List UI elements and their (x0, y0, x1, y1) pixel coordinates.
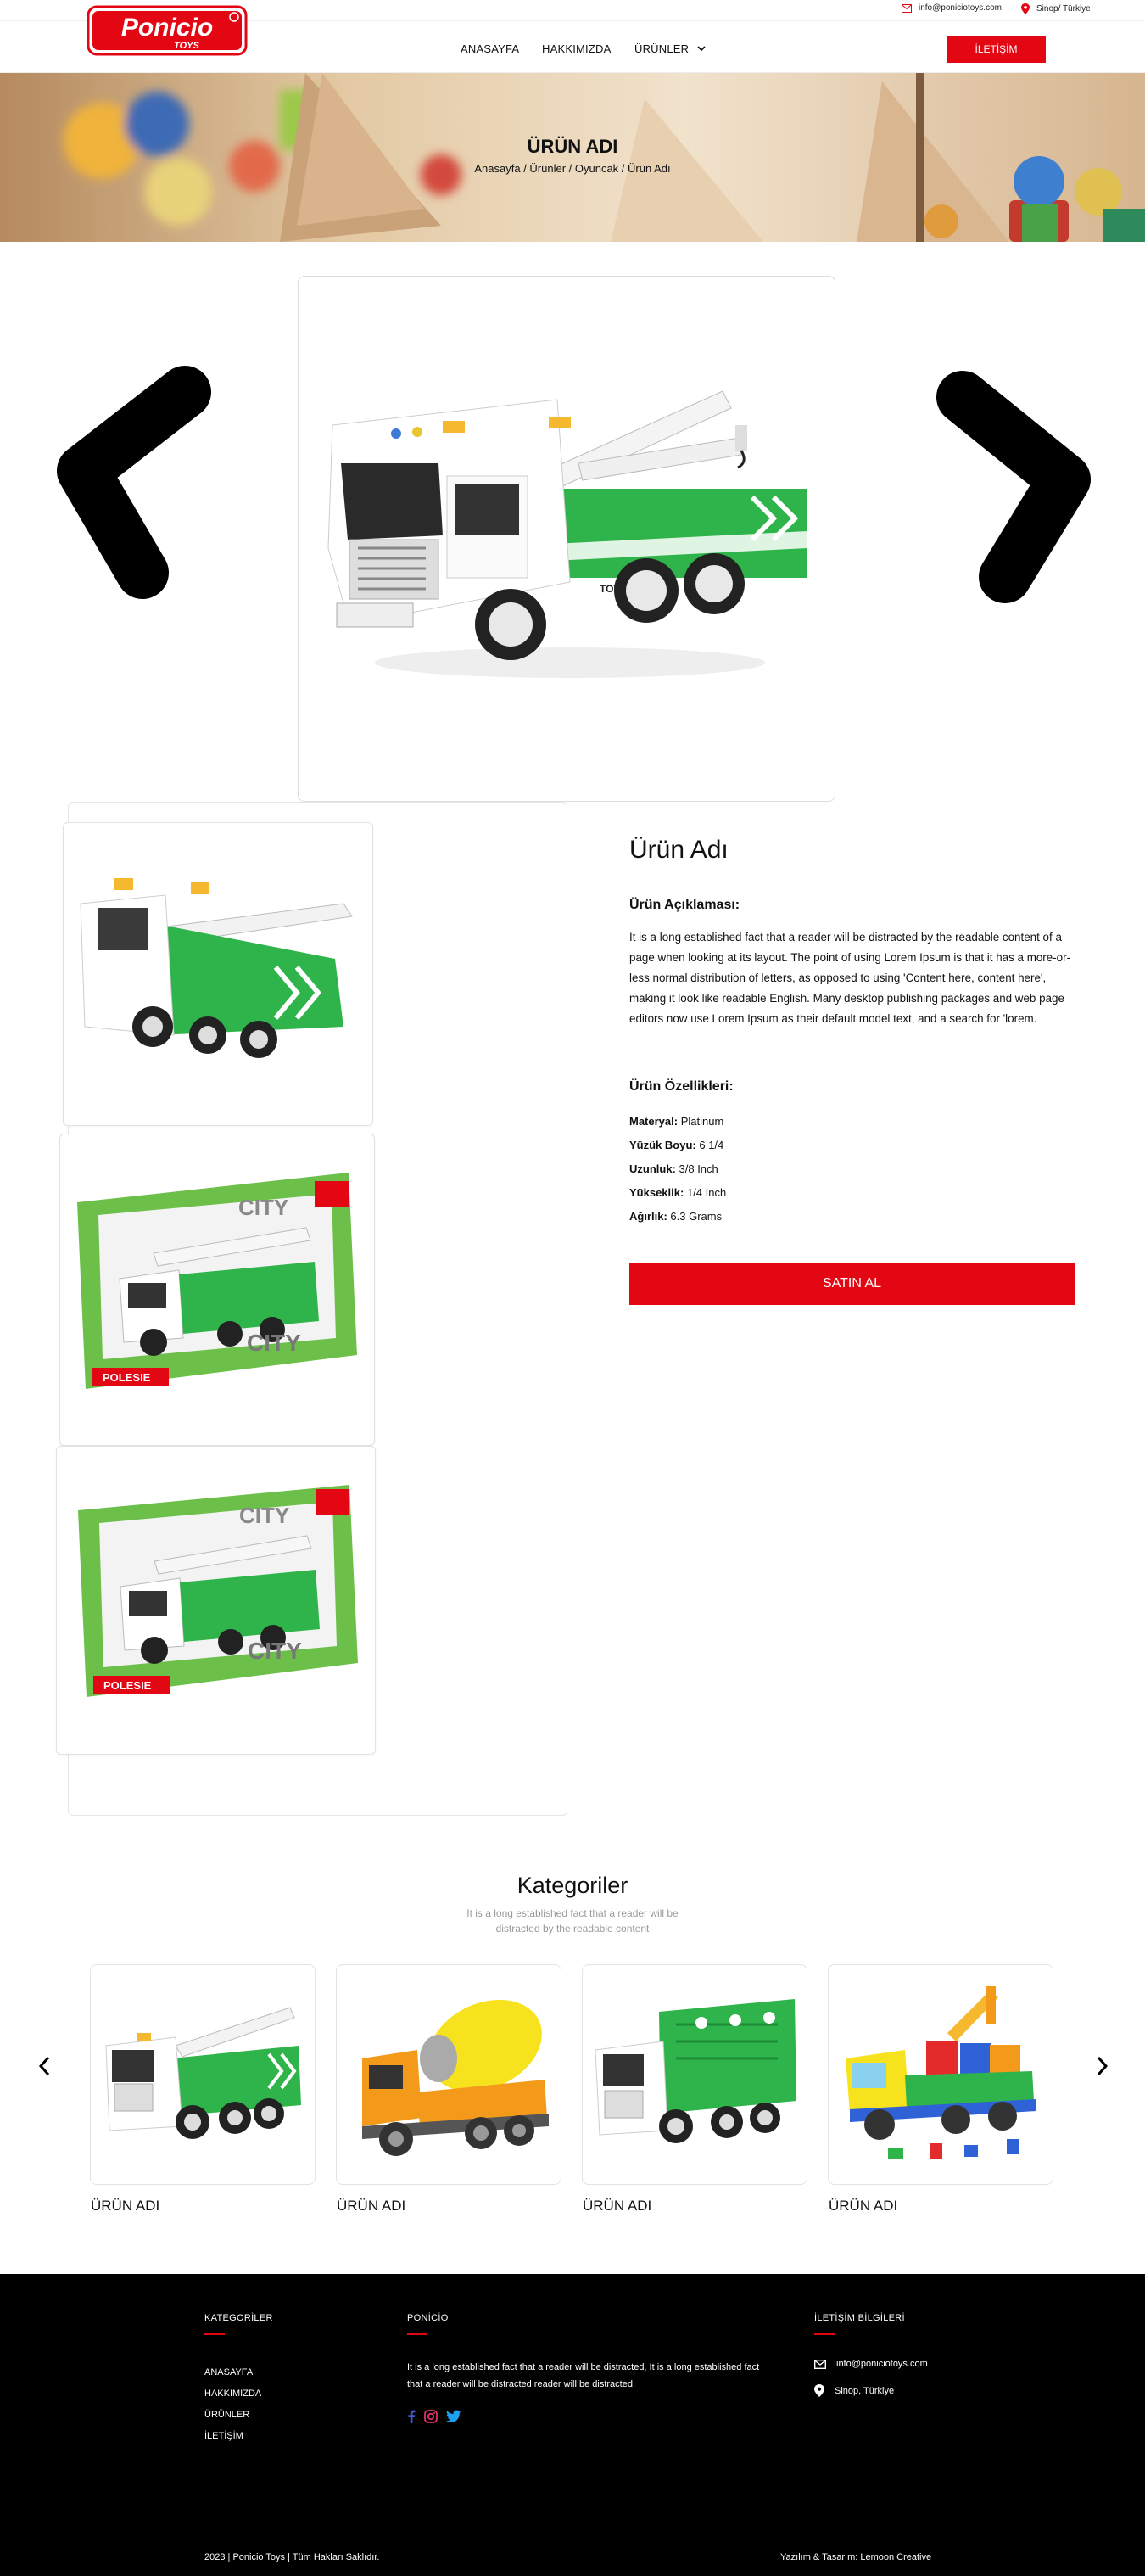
thumbnail-1[interactable] (63, 822, 373, 1126)
nav-anasayfa[interactable]: ANASAYFA (461, 42, 519, 55)
box-series-text: CITY (239, 1503, 289, 1528)
category-card-1-name[interactable]: ÜRÜN ADI (91, 2198, 159, 2215)
location-pin-icon (1021, 3, 1030, 14)
footer-link-iletisim[interactable]: İLETİŞİM (204, 2431, 243, 2441)
footer-divider (204, 2333, 225, 2335)
copyright: 2023 | Ponicio Toys | Tüm Hakları Saklıd… (204, 2552, 380, 2562)
logo-wordmark: Ponicio (121, 14, 213, 42)
footer-about-heading: PONİCİO (407, 2313, 449, 2323)
spec-ring-size: Yüzük Boyu: 6 1/4 (629, 1139, 723, 1151)
category-card-2-name[interactable]: ÜRÜN ADI (337, 2198, 405, 2215)
contact-button[interactable]: İLETİŞİM (947, 36, 1046, 63)
category-card-4-name[interactable]: ÜRÜN ADI (829, 2198, 897, 2215)
spec-value: 1/4 Inch (686, 1186, 727, 1199)
site-footer: KATEGORİLER ANASAYFA HAKKIMIZDA ÜRÜNLER … (0, 2274, 1145, 2576)
box-brand-text: POLESIE (103, 1679, 152, 1692)
box-brand-text: POLESIE (103, 1371, 151, 1384)
mail-icon (814, 2359, 826, 2369)
location-pin-icon (814, 2384, 824, 2397)
footer-divider (814, 2333, 835, 2335)
chevron-down-icon (697, 46, 706, 52)
category-card-2[interactable] (336, 1964, 561, 2185)
logo-tagline: TOYS (174, 41, 199, 51)
footer-link-anasayfa[interactable]: ANASAYFA (204, 2367, 253, 2377)
footer-email[interactable]: info@poniciotoys.com (814, 2359, 928, 2369)
spec-height: Yükseklik: 1/4 Inch (629, 1186, 726, 1199)
product-title: Ürün Adı (629, 836, 729, 864)
spec-value: 3/8 Inch (679, 1162, 718, 1175)
category-card-1[interactable] (90, 1964, 316, 2185)
spec-weight: Ağırlık: 6.3 Grams (629, 1210, 722, 1223)
facebook-icon[interactable] (407, 2410, 416, 2423)
spec-value: Platinum (680, 1115, 724, 1128)
topbar-location-text: Sinop/ Türkiye (1036, 4, 1091, 14)
twitter-icon[interactable] (446, 2410, 461, 2422)
tow-truck-image: TOW TRUCK (327, 390, 807, 678)
page-title: ÜRÜN ADI (527, 136, 618, 157)
footer-divider (407, 2333, 427, 2335)
topbar-location: Sinop/ Türkiye (1021, 3, 1091, 14)
spec-label: Ağırlık: (629, 1210, 667, 1223)
crane-truck-image (846, 1986, 1036, 2159)
footer-location-text: Sinop, Türkiye (835, 2385, 895, 2396)
footer-link-urunler[interactable]: ÜRÜNLER (204, 2410, 249, 2420)
mail-icon (902, 3, 912, 13)
credits[interactable]: Yazılım & Tasarım: Lemoon Creative (780, 2552, 931, 2562)
topbar-email-text: info@poniciotoys.com (919, 3, 1002, 13)
tow-truck-image (105, 2007, 301, 2139)
carousel-prev-icon[interactable] (36, 2053, 54, 2079)
thumbnail-2[interactable]: CITY POLESIE CITY (59, 1134, 375, 1446)
footer-categories-heading: KATEGORİLER (204, 2313, 273, 2323)
spec-label: Yükseklik: (629, 1186, 684, 1199)
box-series-text: CITY (247, 1330, 301, 1356)
ponicio-logo[interactable]: Ponicio TOYS (87, 5, 248, 58)
carousel-next-icon[interactable] (1092, 2053, 1111, 2079)
product-description: It is a long established fact that a rea… (629, 931, 1071, 1025)
main-product-image: TOW TRUCK (298, 276, 835, 802)
category-card-3[interactable] (582, 1964, 807, 2185)
breadcrumb: Anasayfa / Ürünler / Oyuncak / Ürün Adı (474, 162, 671, 175)
footer-social (407, 2410, 461, 2423)
nav-urunler-label: ÜRÜNLER (634, 42, 690, 55)
spec-material: Materyal: Platinum (629, 1115, 723, 1128)
chevron-left-icon[interactable] (49, 356, 219, 602)
garbage-truck-image (595, 1999, 796, 2143)
spec-label: Uzunluk: (629, 1162, 676, 1175)
categories-title: Kategoriler (517, 1873, 628, 1898)
spec-length: Uzunluk: 3/8 Inch (629, 1162, 718, 1175)
nav-urunler[interactable]: ÜRÜNLER (634, 42, 706, 55)
footer-about-text: It is a long established fact that a rea… (407, 2362, 760, 2389)
thumbnail-3[interactable]: CITY POLESIE CITY (56, 1446, 376, 1755)
instagram-icon[interactable] (424, 2410, 438, 2423)
box-series-text: CITY (248, 1638, 302, 1664)
footer-contact-heading: İLETİŞİM BİLGİLERİ (814, 2313, 905, 2323)
footer-email-text: info@poniciotoys.com (836, 2359, 928, 2369)
page-hero: ÜRÜN ADI Anasayfa / Ürünler / Oyuncak / … (0, 73, 1145, 242)
topbar-email[interactable]: info@poniciotoys.com (902, 3, 1002, 13)
footer-link-hakkimizda[interactable]: HAKKIMIZDA (204, 2388, 261, 2399)
product-description-heading: Ürün Açıklaması: (629, 898, 740, 912)
cement-mixer-image (362, 1999, 549, 2156)
footer-location: Sinop, Türkiye (814, 2384, 894, 2397)
spec-value: 6.3 Grams (670, 1210, 723, 1223)
buy-button[interactable]: SATIN AL (629, 1263, 1075, 1305)
box-series-text: CITY (238, 1195, 288, 1220)
chevron-right-icon[interactable] (929, 365, 1098, 611)
spec-label: Materyal: (629, 1115, 679, 1128)
category-card-3-name[interactable]: ÜRÜN ADI (583, 2198, 651, 2215)
category-card-4[interactable] (828, 1964, 1053, 2185)
spec-label: Yüzük Boyu: (629, 1139, 696, 1151)
spec-value: 6 1/4 (699, 1139, 724, 1151)
categories-subtitle: It is a long established fact that a rea… (466, 1907, 679, 1935)
product-features-heading: Ürün Özellikleri: (629, 1079, 734, 1094)
nav-hakkimizda[interactable]: HAKKIMIZDA (542, 42, 611, 55)
